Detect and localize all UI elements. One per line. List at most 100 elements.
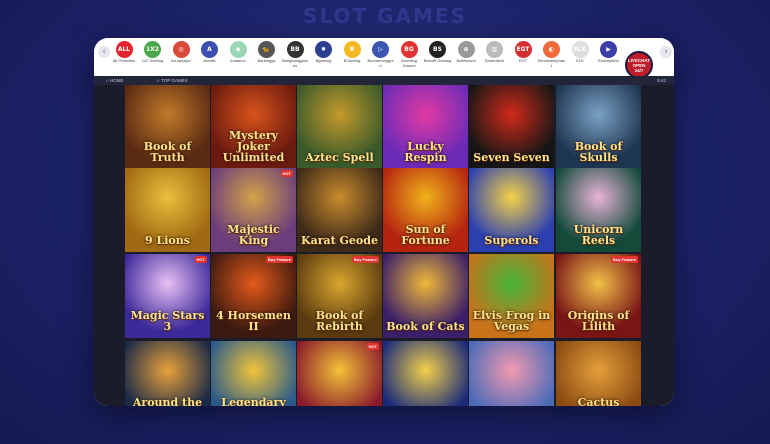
game-tile[interactable]: Sun of Fortune [383,168,468,252]
game-title: 9 Lions [145,234,190,247]
provider-item[interactable]: ◆ Avatarux [224,41,252,64]
provider-label: ELK [576,58,584,63]
boomerang-logo: ▷ [372,41,389,58]
game-tile[interactable]: Magic Stars 3 HOT [125,254,210,338]
game-tile[interactable]: Elvis Frog in Vegas [469,254,554,338]
bgaming-b-logo: B [343,41,361,58]
game-tile[interactable]: Cupid [469,341,554,406]
game-tile[interactable]: Mystery Joker Unlimited [211,85,296,169]
game-tile[interactable]: Book of Truth [125,85,210,169]
booming-games-logo: BG [400,41,418,58]
game-tile[interactable]: Majestic King HOT [211,168,296,252]
provider-item[interactable]: ⊕ Bulletproof [452,41,480,64]
dreamtech-logo: ▥ [486,41,503,58]
provider-label: Bgaming [315,58,332,63]
game-title: Aztec Spell [305,151,374,164]
game-badge: HOT [194,256,207,263]
game-title: Book of Cats [386,320,465,333]
game-tile[interactable]: Legendary Gladiator [211,341,296,406]
provider-item[interactable]: A Amatic [196,41,224,64]
game-title: Around the World [132,396,203,406]
game-tile[interactable]: Origins of Lilith Buy Feature [556,254,641,338]
provider-label: Electricelephant [537,58,566,68]
provider-label: Bangbanggames [281,58,309,68]
providers-prev-arrow-icon[interactable]: ‹ [98,46,110,58]
all-providers-icon: ALL [115,41,133,58]
sub-navigation: ⌂ HOME ☆ TOP GAMES 9:42 [94,76,674,85]
game-title: Seven Seven [473,151,550,164]
game-title: Magic Stars 3 [130,309,205,333]
provider-item[interactable]: ALL All Providers [110,41,138,64]
game-tile[interactable]: Fruit MillionHOT [297,341,382,406]
provider-item[interactable]: ◐ Electricelephant [538,41,566,68]
top-games-tab-label: TOP GAMES [161,78,188,83]
game-title: Superols [484,234,539,247]
provider-item[interactable]: BG Booming Games [395,41,423,68]
game-tile[interactable]: 4 Horsemen II Buy Feature [211,254,296,338]
electric-elephant-logo: ◐ [543,41,560,58]
game-title: 4 Horsemen II [216,309,291,333]
provider-label: Dreamtech [484,58,505,63]
game-grid: Book of Truth Mystery Joker Unlimited Azte… [94,85,674,406]
provider-label: Amatic [203,58,216,63]
provider-item[interactable]: ELK ELK [566,41,594,64]
game-tile[interactable]: Cactus Bandit [556,341,641,406]
adisplayer-logo: ◎ [172,41,190,58]
avatarux-logo: ◆ [229,41,247,58]
game-title: Elvis Frog in Vegas [472,309,551,333]
game-tile[interactable]: Book of Skulls [556,85,641,169]
game-tile[interactable]: Superols [469,168,554,252]
game-tile[interactable]: Seven Seven [469,85,554,169]
elk-logo: ELK [571,41,589,58]
game-title: Book of Rebirth [315,309,364,333]
game-badge: HOT [366,343,379,350]
provider-item[interactable]: BS Betsoft Gaming [424,41,452,64]
game-title: Mystery Joker Unlimited [222,129,285,164]
game-title: Cactus Bandit [577,396,620,406]
providers-next-arrow-icon[interactable]: › [660,46,672,58]
provider-item[interactable]: ▥ Dreamtech [481,41,509,64]
game-tile[interactable]: Karat Geode [297,168,382,252]
game-badge: Buy Feature [265,256,293,263]
provider-bar: ‹ ALL All Providers 1X2 1x2 Gaming ◎ Ad-ispla… [94,38,674,76]
game-title: Karat Geode [301,234,378,247]
game-tile[interactable]: 9 Lions [125,168,210,252]
provider-item[interactable]: ◎ Ad-isplayer [167,41,195,64]
provider-label: Ad-isplayer [170,58,191,63]
provider-item[interactable]: 1X2 1x2 Gaming [139,41,167,64]
game-tile[interactable]: Around the World [125,341,210,406]
game-title: Book of Truth [143,140,192,164]
1x2-gaming-logo: 1X2 [144,41,161,58]
provider-label: BGaming [343,58,361,63]
game-badge: Buy Feature [351,256,379,263]
game-tile[interactable]: Unicorn Reels [556,168,641,252]
game-title: Unicorn Reels [573,223,624,247]
game-tile[interactable]: Book of Cats [383,254,468,338]
provider-item[interactable]: BB Bangbanggames [281,41,309,68]
provider-item[interactable]: B BGaming [338,41,366,64]
amatic-logo: A [201,41,218,58]
provider-item[interactable]: EGT EGT [509,41,537,64]
provider-label: Booming Games [401,58,417,68]
game-tile[interactable]: Aztec Spell [297,85,382,169]
game-badge: HOT [280,170,293,177]
game-tile[interactable]: Lucky Respin [383,85,468,169]
game-tile[interactable]: Book of Rebirth Buy Feature [297,254,382,338]
endorphina-logo: ▶ [600,41,617,58]
egt-logo: EGT [514,41,532,58]
game-tile[interactable]: Starlight [383,341,468,406]
game-title: Book of Skulls [574,140,623,164]
bulletproof-logo: ⊕ [457,41,475,58]
provider-item[interactable]: 🐆 Barbleggs [253,41,281,64]
game-title: Origins of Lilith [567,309,630,333]
provider-item[interactable]: ✹ Bgaming [310,41,338,64]
provider-label: Avatarux [230,58,246,63]
top-games-tab[interactable]: ☆ TOP GAMES [156,76,188,85]
casino-window: ‹ ALL All Providers 1X2 1x2 Gaming ◎ Ad-ispla… [94,38,674,406]
game-title: Majestic King [227,223,280,247]
provider-item[interactable]: ▷ Boomeranggold [367,41,395,68]
provider-item[interactable]: ▶ Endorphina [595,41,623,64]
livechat-badge[interactable]: LIVECHAT OPEN 24/7 [625,51,653,79]
home-tab[interactable]: ⌂ HOME [106,76,123,85]
home-tab-label: HOME [109,78,124,83]
